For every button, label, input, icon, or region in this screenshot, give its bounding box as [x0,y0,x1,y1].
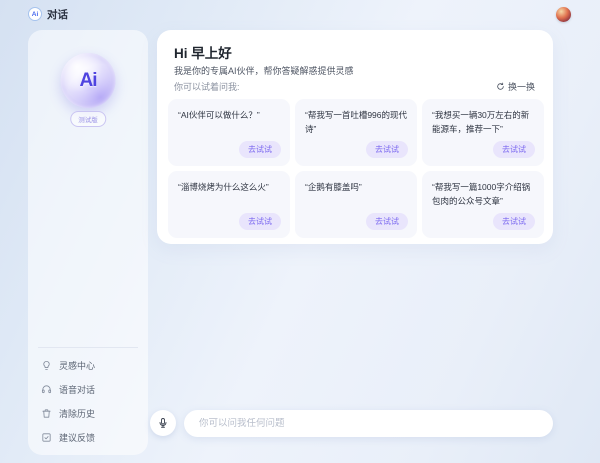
refresh-suggestions-button[interactable]: 换一换 [496,80,535,93]
suggestion-card[interactable]: “我想买一辆30万左右的新能源车，推荐一下” 去试试 [422,99,544,166]
top-bar: Ai 对话 [0,0,600,28]
suggestion-card[interactable]: “AI伙伴可以做什么？” 去试试 [168,99,290,166]
try-it-button[interactable]: 去试试 [239,213,281,230]
ai-bubble-logo-text: Ai [80,70,97,92]
suggestion-card[interactable]: “淄博烧烤为什么这么火” 去试试 [168,171,290,238]
sidebar-item-label: 清除历史 [59,407,95,420]
message-input[interactable] [184,418,553,429]
sidebar-item-feedback[interactable]: 建议反馈 [41,425,144,449]
sidebar: Ai 测试版 灵感中心 语音对话 清除历史 建议反馈 [28,30,148,455]
ai-bubble-logo: Ai [61,53,116,108]
microphone-icon [157,417,169,429]
sidebar-divider [38,347,138,348]
headset-icon [41,384,52,395]
suggestion-text: “帮我写一首吐槽996的现代诗” [305,108,407,137]
voice-input-button[interactable] [150,410,176,436]
prompt-label: 你可以试着问我: [174,80,240,93]
sidebar-item-inspiration[interactable]: 灵感中心 [41,353,144,377]
try-it-button[interactable]: 去试试 [366,141,408,158]
suggestion-text: “我想买一辆30万左右的新能源车，推荐一下” [432,108,534,137]
beta-badge: 测试版 [70,111,106,127]
greeting-subtitle: 我是你的专属AI伙伴，帮你答疑解惑提供灵感 [174,64,354,77]
try-it-button[interactable]: 去试试 [366,213,408,230]
feedback-icon [41,432,52,443]
prompt-row: 你可以试着问我: 换一换 [174,80,535,93]
trash-icon [41,408,52,419]
sidebar-item-label: 灵感中心 [59,359,95,372]
app-logo-icon: Ai [28,7,42,21]
suggestion-text: “企鹅有膝盖吗” [305,180,407,194]
suggestion-card[interactable]: “帮我写一首吐槽996的现代诗” 去试试 [295,99,417,166]
message-input-bar [184,410,553,437]
try-it-button[interactable]: 去试试 [239,141,281,158]
sidebar-item-voice-chat[interactable]: 语音对话 [41,377,144,401]
try-it-button[interactable]: 去试试 [493,213,535,230]
refresh-icon [496,82,505,91]
sidebar-item-clear-history[interactable]: 清除历史 [41,401,144,425]
suggestion-card[interactable]: “帮我写一篇1000字介绍锅包肉的公众号文章” 去试试 [422,171,544,238]
greeting-panel: Hi 早上好 我是你的专属AI伙伴，帮你答疑解惑提供灵感 你可以试着问我: 换一… [157,30,553,244]
refresh-label: 换一换 [508,80,535,93]
suggestion-text: “帮我写一篇1000字介绍锅包肉的公众号文章” [432,180,534,209]
try-it-button[interactable]: 去试试 [493,141,535,158]
suggestion-card[interactable]: “企鹅有膝盖吗” 去试试 [295,171,417,238]
suggestion-text: “淄博烧烤为什么这么火” [178,180,280,194]
sidebar-item-label: 建议反馈 [59,431,95,444]
suggestion-grid: “AI伙伴可以做什么？” 去试试 “帮我写一首吐槽996的现代诗” 去试试 “我… [168,99,544,238]
greeting-heading: Hi 早上好 [174,42,232,62]
suggestion-text: “AI伙伴可以做什么？” [178,108,280,122]
user-avatar[interactable] [556,7,571,22]
sidebar-item-label: 语音对话 [59,383,95,396]
bulb-icon [41,360,52,371]
app-window: Ai 对话 Ai 测试版 灵感中心 语音对话 清除历史 建 [0,0,600,463]
page-title: 对话 [47,7,68,22]
sidebar-menu: 灵感中心 语音对话 清除历史 建议反馈 [41,353,144,449]
app-logo-text: Ai [32,11,39,18]
